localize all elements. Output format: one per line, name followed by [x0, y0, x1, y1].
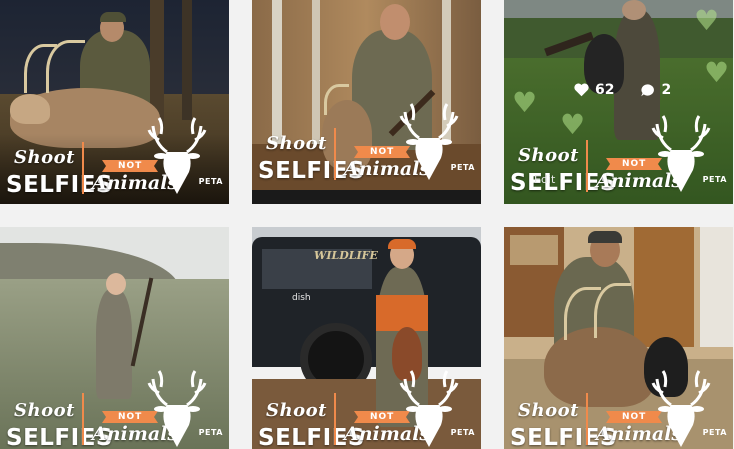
truck-dish-text: dish: [292, 293, 311, 303]
campaign-divider: [334, 128, 336, 180]
campaign-not-banner: NOT: [353, 411, 411, 423]
campaign-divider: [334, 393, 336, 445]
campaign-divider: [82, 142, 84, 194]
post-tile-6[interactable]: Shoot SELFIES NOT Animals PETA: [504, 227, 733, 449]
campaign-overlay: Shoot SELFIES NOT Animals PETA: [504, 109, 733, 204]
campaign-shoot-text: Shoot: [518, 145, 579, 166]
comments-stat: 2: [640, 82, 671, 98]
deer-head-icon: [147, 370, 207, 447]
campaign-divider: [586, 393, 588, 445]
campaign-divider: [82, 393, 84, 445]
comment-bubble-icon: [641, 84, 655, 97]
post-tile-2[interactable]: Shoot SELFIES NOT Animals PETA: [252, 0, 481, 204]
campaign-divider: [586, 140, 588, 192]
heart-decoration: ♥: [694, 4, 720, 37]
campaign-overlay: Shoot SELFIES NOT Animals PETA: [0, 109, 229, 204]
post-tile-4[interactable]: Shoot SELFIES NOT Animals PETA: [0, 227, 229, 449]
deer-head-icon: [651, 370, 711, 447]
peta-brand-text: PETA: [450, 163, 475, 172]
campaign-not-banner: NOT: [605, 411, 663, 423]
deer-head-icon: [399, 370, 459, 447]
post-tile-3[interactable]: ♥ ♥ ♥ ♥ 62 2 Shoot SELFIES NOT Animals P…: [504, 0, 733, 204]
peta-brand-text: PETA: [702, 428, 727, 437]
comments-count: 2: [661, 82, 672, 98]
post-tile-5[interactable]: WILDLIFE dish Shoot SELFIES NOT Animals …: [252, 227, 481, 449]
peta-brand-text: PETA: [450, 428, 475, 437]
campaign-shoot-text: Shoot: [518, 400, 579, 421]
post-tile-1[interactable]: Shoot SELFIES NOT Animals PETA: [0, 0, 229, 204]
likes-stat: 62: [574, 82, 614, 98]
campaign-not-banner: NOT: [353, 146, 411, 158]
post-stats: 62 2: [574, 82, 671, 98]
likes-count: 62: [595, 82, 615, 98]
heart-decoration: ♥: [704, 56, 730, 89]
campaign-overlay: Shoot SELFIES NOT Animals PETA: [252, 103, 481, 204]
campaign-not-banner: NOT: [101, 160, 159, 172]
peta-brand-text: PETA: [198, 428, 223, 437]
campaign-overlay: Shoot SELFIES NOT Animals PETA: [252, 354, 481, 449]
peta-brand-text: PETA: [198, 177, 223, 186]
campaign-overlay: Shoot SELFIES NOT Animals PETA: [504, 354, 733, 449]
campaign-shoot-text: Shoot: [14, 147, 75, 168]
campaign-not-banner: NOT: [101, 411, 159, 423]
campaign-overlay: Shoot SELFIES NOT Animals PETA: [0, 354, 229, 449]
campaign-shoot-text: Shoot: [266, 400, 327, 421]
edit-label[interactable]: Edit: [534, 173, 555, 186]
campaign-not-banner: NOT: [605, 158, 663, 170]
truck-decal-text: WILDLIFE: [314, 249, 378, 262]
peta-brand-text: PETA: [702, 175, 727, 184]
heart-icon: [574, 83, 589, 97]
campaign-shoot-text: Shoot: [14, 400, 75, 421]
campaign-shoot-text: Shoot: [266, 133, 327, 154]
